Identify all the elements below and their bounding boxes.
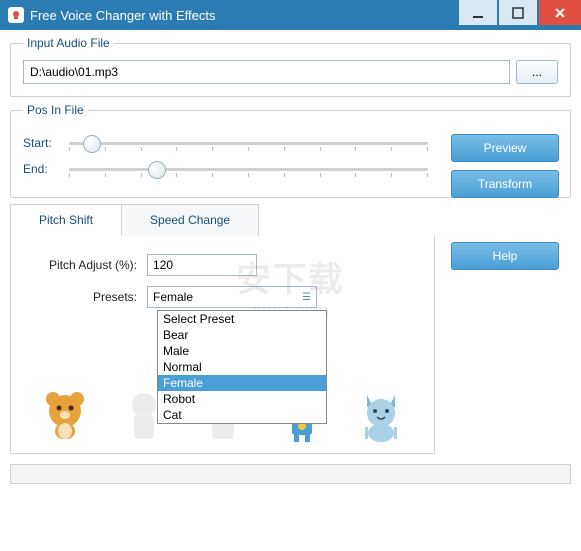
cat-icon[interactable]	[357, 389, 405, 443]
start-slider[interactable]	[69, 133, 428, 153]
pitch-adjust-label: Pitch Adjust (%):	[27, 258, 147, 272]
titlebar: Free Voice Changer with Effects	[0, 0, 581, 30]
tab-speed-change[interactable]: Speed Change	[121, 204, 259, 236]
preview-button[interactable]: Preview	[451, 134, 559, 162]
minimize-button[interactable]	[459, 0, 497, 25]
preset-option[interactable]: Normal	[158, 359, 326, 375]
close-button[interactable]	[539, 0, 581, 25]
window-title: Free Voice Changer with Effects	[30, 8, 457, 23]
preset-option[interactable]: Bear	[158, 327, 326, 343]
pitch-adjust-input[interactable]	[147, 254, 257, 276]
audio-path-input[interactable]	[23, 60, 510, 84]
tab-strip: Pitch Shift Speed Change	[10, 204, 435, 236]
chevron-down-icon: ☰	[302, 292, 311, 303]
pos-legend: Pos In File	[23, 103, 88, 117]
input-audio-legend: Input Audio File	[23, 36, 114, 50]
maximize-button[interactable]	[499, 0, 537, 25]
presets-dropdown[interactable]: Select Preset Bear Male Normal Female Ro…	[157, 310, 327, 424]
preset-option-selected[interactable]: Female	[158, 375, 326, 391]
end-slider[interactable]	[69, 159, 428, 179]
preset-option[interactable]: Robot	[158, 391, 326, 407]
presets-combobox[interactable]: Female ☰	[147, 286, 317, 308]
pitch-tab-panel: Pitch Adjust (%): Presets: Female ☰ Sele…	[10, 236, 435, 454]
end-label: End:	[23, 162, 69, 176]
presets-value: Female	[153, 290, 193, 304]
preset-option[interactable]: Select Preset	[158, 311, 326, 327]
start-label: Start:	[23, 136, 69, 150]
status-bar	[10, 464, 571, 484]
app-icon	[8, 7, 24, 23]
preset-option[interactable]: Male	[158, 343, 326, 359]
help-button[interactable]: Help	[451, 242, 559, 270]
browse-button[interactable]: ...	[516, 60, 558, 84]
presets-label: Presets:	[27, 290, 147, 304]
end-slider-thumb[interactable]	[148, 161, 166, 179]
transform-button[interactable]: Transform	[451, 170, 559, 198]
tab-pitch-shift[interactable]: Pitch Shift	[10, 204, 122, 236]
preset-option[interactable]: Cat	[158, 407, 326, 423]
input-audio-fieldset: Input Audio File ...	[10, 36, 571, 97]
bear-icon[interactable]	[41, 389, 89, 443]
